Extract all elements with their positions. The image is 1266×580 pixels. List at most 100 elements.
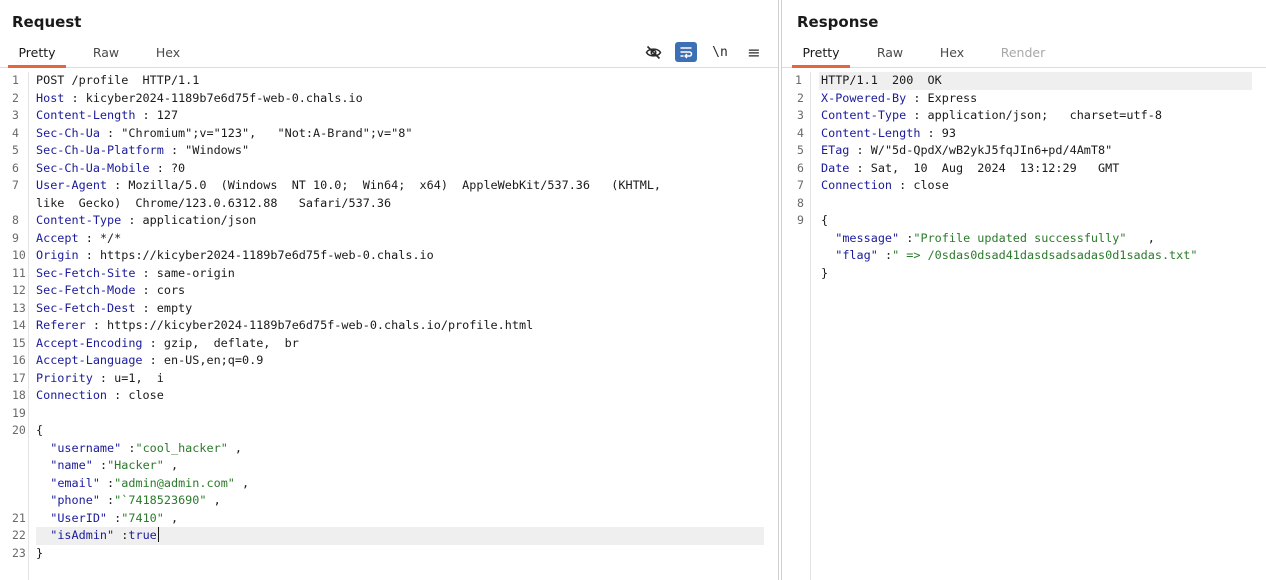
- header-value: en-US,en;q=0.9: [163, 353, 264, 367]
- header-line: 13 Sec-Fetch-Dest : empty: [12, 300, 764, 318]
- header-value: */*: [99, 230, 122, 245]
- header-key: Host: [36, 90, 65, 105]
- json-value: "`7418523690": [114, 493, 207, 507]
- header-value: 93: [941, 125, 956, 140]
- response-code[interactable]: 1 HTTP/1.1 200 OK 2 X-Powered-By : Express…: [795, 72, 1252, 282]
- json-value: "cool_hacker": [135, 440, 228, 455]
- json-trailing-comma: ,: [163, 510, 179, 525]
- line-number: 15: [12, 335, 26, 350]
- header-key: Content-Length: [36, 108, 136, 122]
- response-editor[interactable]: 1 HTTP/1.1 200 OK 2 X-Powered-By : Express…: [782, 72, 1266, 580]
- line-number: 18: [12, 388, 26, 402]
- response-tabs: Pretty Raw Hex Render: [782, 42, 1266, 68]
- header-line: 7 Connection : close: [797, 177, 1252, 195]
- tab-pretty[interactable]: Pretty: [8, 42, 66, 68]
- header-line: 10 Origin : https://kicyber2024-1189b7e6d…: [12, 247, 764, 265]
- header-value: Express: [927, 90, 978, 105]
- tab-raw[interactable]: Raw: [80, 42, 132, 68]
- newline-icon[interactable]: \n: [709, 42, 731, 62]
- line-number: 7: [797, 178, 804, 192]
- line-number: 3: [12, 108, 19, 122]
- request-code[interactable]: 1 POST /profile HTTP/1.1 2 Host : kicyber2…: [12, 72, 764, 562]
- header-key: Connection: [821, 178, 893, 192]
- header-key: Accept: [36, 230, 79, 245]
- request-editor[interactable]: 1 POST /profile HTTP/1.1 2 Host : kicyber2…: [0, 72, 778, 580]
- header-line: 5 Sec-Ch-Ua-Platform : "Windows": [12, 142, 764, 160]
- line-number: 10: [12, 248, 26, 262]
- json-value: "Hacker": [107, 458, 164, 472]
- tab-raw[interactable]: Raw: [864, 42, 916, 68]
- header-value: Mozilla/5.0 (Windows NT 10.0; Win64; x64…: [128, 178, 662, 192]
- punctuation: :: [64, 90, 86, 105]
- punctuation: [36, 511, 50, 525]
- header-key: Sec-Ch-Ua: [36, 125, 100, 140]
- punctuation: :: [121, 440, 136, 455]
- header-line: 5 ETag : W/"5d-QpdX/wB2ykJ5fqJIn6+pd/4AmT…: [797, 142, 1252, 160]
- tab-hex[interactable]: Hex: [142, 42, 194, 68]
- punctuation: :: [92, 458, 108, 472]
- tab-pretty[interactable]: Pretty: [792, 42, 850, 68]
- header-value: W/"5d-QpdX/wB2ykJ5fqJIn6+pd/4AmT8": [870, 143, 1113, 157]
- punctuation: :: [149, 160, 171, 175]
- header-value: 127: [156, 108, 179, 122]
- line-number: 8: [797, 195, 804, 210]
- punctuation: [821, 231, 835, 245]
- json-field: "username" :"cool_hacker" ,: [36, 440, 764, 458]
- line-number: 6: [797, 160, 804, 175]
- json-value: " => /0sdas0dsad41dasdsadsadas0d1sadas.t…: [892, 248, 1198, 262]
- header-line: 16 Accept-Language : en-US,en;q=0.9: [12, 352, 764, 370]
- header-key: Referer: [36, 318, 86, 332]
- json-trailing-comma: ,: [163, 458, 179, 472]
- response-pane: Response Pretty Raw Hex Render 1 HTTP/1.1…: [781, 0, 1266, 580]
- line-number: 7: [12, 178, 19, 192]
- line-number: 8: [12, 213, 19, 227]
- line-number: 12: [12, 283, 26, 297]
- request-title: Request: [12, 13, 82, 31]
- header-line: 8 Content-Type : application/json: [12, 212, 764, 230]
- punctuation: :: [163, 143, 186, 157]
- menu-icon[interactable]: ≡: [743, 42, 765, 62]
- header-value: gzip, deflate, br: [163, 335, 299, 350]
- json-field: "email" :"admin@admin.com" ,: [36, 475, 764, 493]
- header-value: application/json: [142, 213, 257, 227]
- punctuation: :: [92, 370, 115, 385]
- punctuation: :: [142, 335, 164, 350]
- tab-hex[interactable]: Hex: [926, 42, 978, 68]
- word-wrap-icon[interactable]: [675, 42, 697, 62]
- line-number: 2: [797, 90, 804, 105]
- header-key: Origin: [36, 248, 79, 262]
- json-key: "UserID": [50, 510, 108, 525]
- eye-slash-icon[interactable]: [642, 42, 664, 62]
- tab-render: Render: [1000, 45, 1046, 60]
- blank-line: 8: [797, 195, 1252, 213]
- punctuation: [36, 458, 50, 472]
- json-value: "7410": [121, 510, 164, 525]
- punctuation: :: [135, 265, 157, 280]
- header-value: "Windows": [185, 143, 250, 157]
- json-field: 21 "UserID" :"7410" ,: [12, 510, 764, 528]
- header-line: 3 Content-Length : 127: [12, 107, 764, 125]
- header-value: close: [913, 178, 949, 192]
- json-trailing-comma: ,: [234, 475, 250, 490]
- punctuation: :: [107, 388, 129, 402]
- json-key: "isAdmin": [50, 528, 115, 542]
- header-key: Sec-Fetch-Site: [36, 265, 136, 280]
- punctuation: :: [78, 230, 100, 245]
- punctuation: [36, 476, 50, 490]
- header-line: 12 Sec-Fetch-Mode : cors: [12, 282, 764, 300]
- punctuation: :: [78, 248, 100, 262]
- json-key: "flag": [835, 248, 878, 262]
- header-key: Sec-Fetch-Mode: [36, 283, 136, 297]
- line-number: 9: [12, 230, 19, 245]
- header-value: cors: [156, 283, 186, 297]
- header-key: User-Agent: [36, 178, 108, 192]
- header-key: X-Powered-By: [821, 90, 907, 105]
- punctuation: :: [99, 125, 122, 140]
- line-number: 16: [12, 353, 26, 367]
- header-line: 2 X-Powered-By : Express: [797, 90, 1252, 108]
- header-line: 17 Priority : u=1, i: [12, 370, 764, 388]
- line-number: 14: [12, 318, 26, 332]
- punctuation: [36, 528, 50, 542]
- header-key: ETag: [821, 143, 850, 157]
- header-line: 7 User-Agent : Mozilla/5.0 (Windows NT 10…: [12, 177, 764, 195]
